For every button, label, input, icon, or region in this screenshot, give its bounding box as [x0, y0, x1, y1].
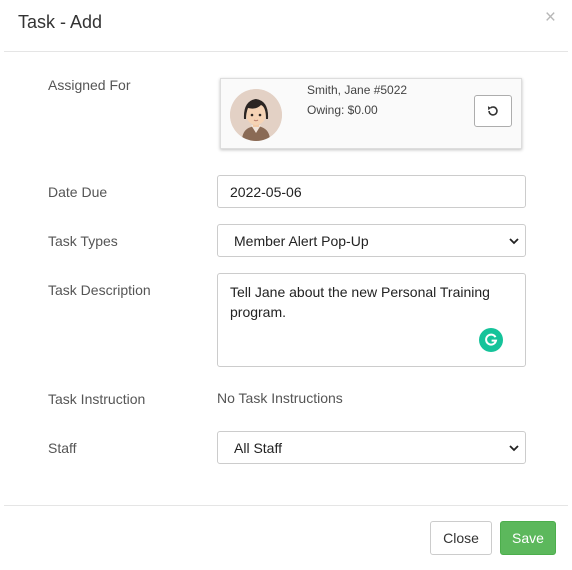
assigned-member-card: Smith, Jane #5022 Owing: $0.00: [220, 78, 522, 149]
staff-select[interactable]: All Staff: [217, 431, 526, 464]
close-button[interactable]: Close: [430, 521, 492, 555]
task-types-select[interactable]: Member Alert Pop-Up: [217, 224, 526, 257]
task-add-modal: Task - Add × Assigned For Smith, Jane #5…: [0, 0, 572, 570]
refresh-button[interactable]: [474, 95, 512, 127]
grammarly-icon[interactable]: [479, 328, 503, 352]
task-instruction-value: No Task Instructions: [217, 390, 343, 406]
chevron-down-icon: [509, 238, 519, 245]
task-description-textarea[interactable]: Tell Jane about the new Personal Trainin…: [217, 273, 526, 367]
date-due-input[interactable]: [217, 175, 526, 208]
task-description-text: Tell Jane about the new Personal Trainin…: [230, 284, 490, 320]
date-due-label: Date Due: [48, 184, 108, 200]
refresh-icon: [487, 106, 498, 116]
member-owing: Owing: $0.00: [307, 103, 378, 117]
female-avatar-icon: [230, 89, 282, 141]
staff-selected: All Staff: [234, 440, 282, 456]
staff-label: Staff: [48, 440, 77, 456]
chevron-down-icon: [509, 445, 519, 452]
task-types-selected: Member Alert Pop-Up: [234, 233, 369, 249]
modal-header: Task - Add ×: [4, 0, 568, 52]
modal-title: Task - Add: [18, 12, 103, 32]
task-instruction-label: Task Instruction: [48, 391, 146, 407]
task-types-label: Task Types: [48, 233, 118, 249]
close-icon[interactable]: ×: [545, 8, 556, 28]
save-button[interactable]: Save: [500, 521, 556, 555]
member-name: Smith, Jane #5022: [307, 83, 408, 97]
footer-divider: [4, 505, 568, 506]
assigned-for-label: Assigned For: [48, 77, 131, 93]
task-description-label: Task Description: [48, 282, 151, 298]
